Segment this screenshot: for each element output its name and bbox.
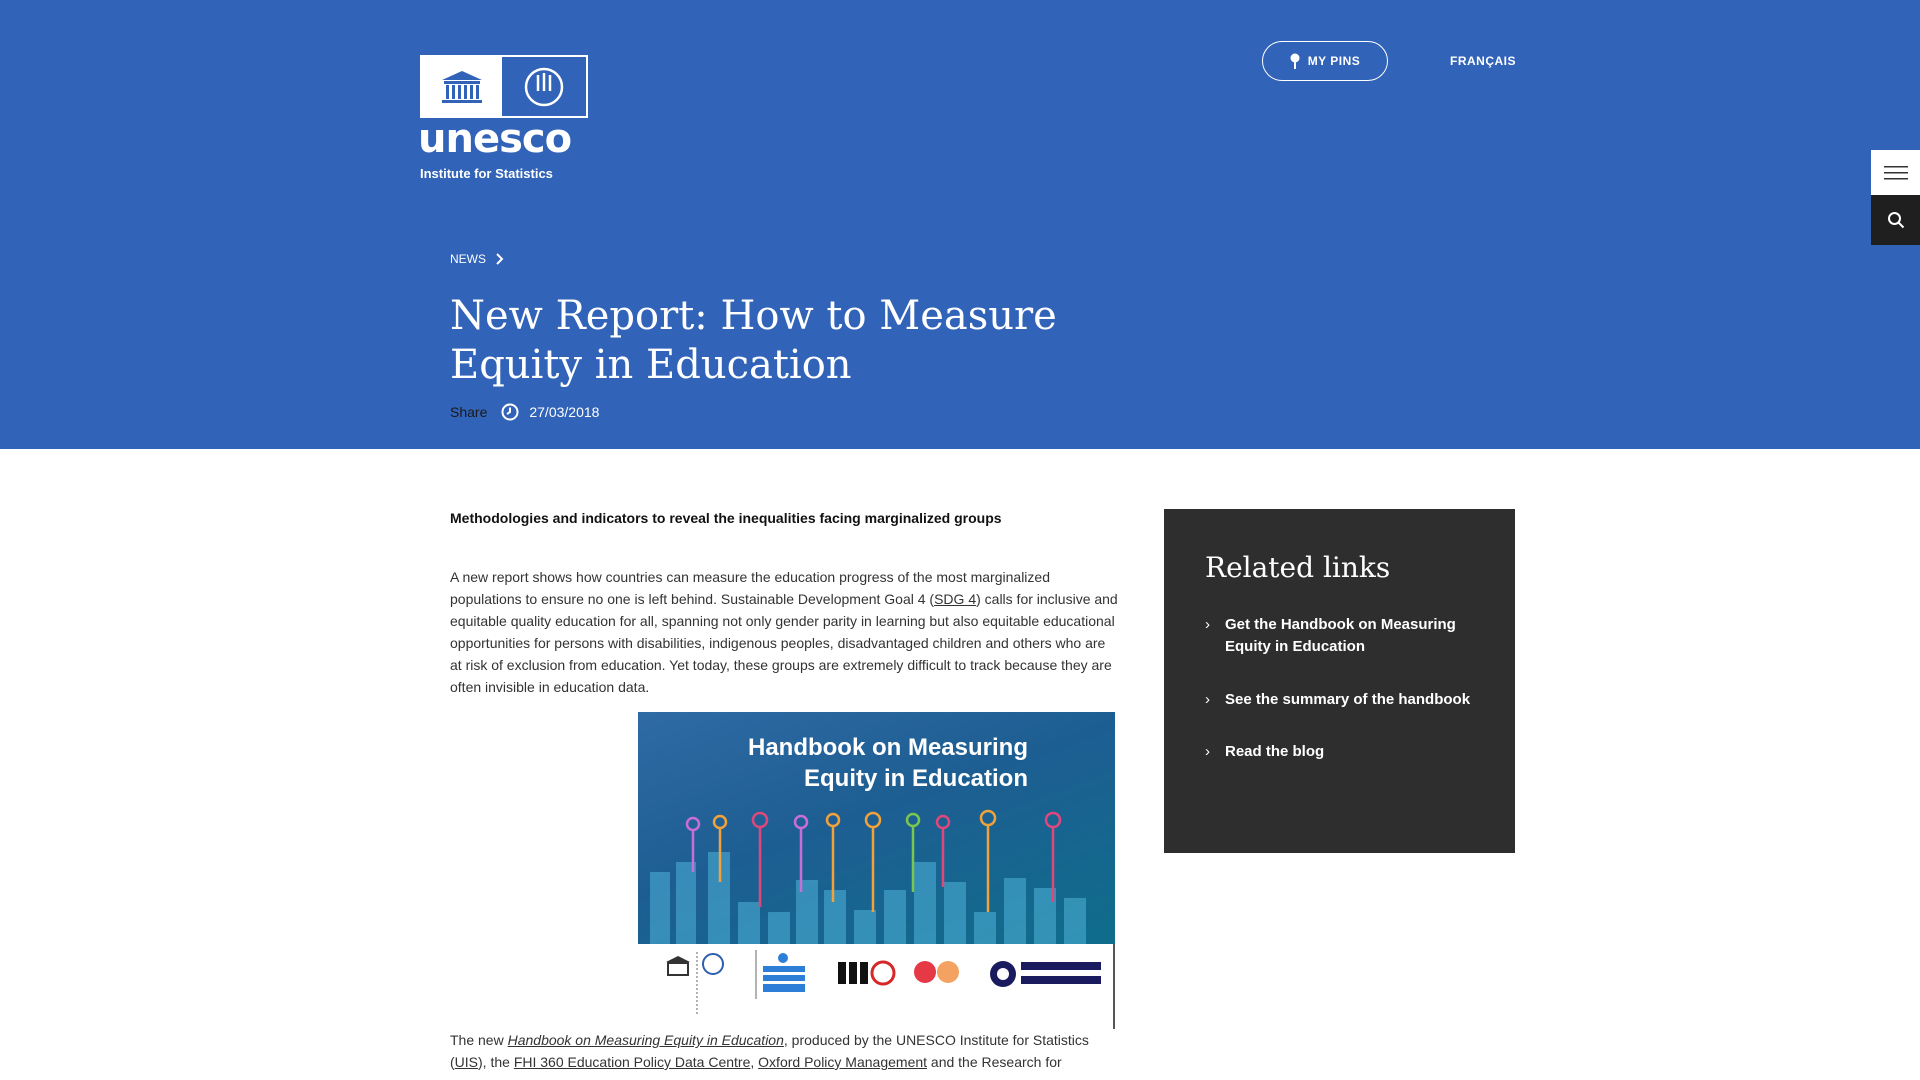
menu-button[interactable]: [1871, 150, 1920, 195]
my-pins-label: MY PINS: [1307, 54, 1361, 68]
search-icon: [1887, 212, 1904, 229]
pin-icon: [1290, 53, 1300, 69]
related-link-label: Read the blog: [1225, 743, 1325, 760]
date-text: 27/03/2018: [529, 404, 600, 420]
partner-logos: [638, 944, 1115, 1029]
share-button[interactable]: Share: [450, 404, 487, 420]
para-text: The new: [450, 1032, 508, 1048]
language-switch-link[interactable]: FRANÇAIS: [1450, 54, 1516, 68]
clock-icon: [501, 403, 519, 421]
cover-illustration: [650, 809, 1086, 944]
page-title: New Report: How to Measure Equity in Edu…: [450, 293, 1057, 388]
logo-wordmark: unesco: [418, 116, 572, 162]
partner-logos-strip: [666, 950, 1101, 1014]
unesco-uis-logo[interactable]: unesco Institute for Statistics: [418, 55, 592, 181]
para-text: ), the: [478, 1054, 514, 1070]
search-button[interactable]: [1871, 195, 1920, 245]
fhi360-logo: [838, 960, 896, 986]
chevron-right-icon: ›: [1205, 616, 1210, 633]
handbook-link[interactable]: Handbook on Measuring Equity in Educatio…: [508, 1032, 784, 1048]
my-pins-button[interactable]: MY PINS: [1262, 41, 1388, 81]
related-link-label: See the summary of the handbook: [1225, 691, 1471, 708]
para-text: and the Research for: [927, 1054, 1062, 1070]
article-lead: Methodologies and indicators to reveal t…: [450, 510, 1002, 526]
opm-link[interactable]: Oxford Policy Management: [758, 1054, 927, 1070]
logo-subtitle: Institute for Statistics: [420, 166, 553, 181]
article-paragraph-2: The new Handbook on Measuring Equity in …: [450, 1029, 1118, 1073]
cover-art: Handbook on Measuring Equity in Educatio…: [638, 712, 1115, 944]
sdg-logo: [755, 950, 805, 999]
article-meta: Share 27/03/2018: [450, 403, 599, 421]
chevron-right-icon: ›: [1205, 691, 1210, 708]
breadcrumb[interactable]: NEWS: [450, 252, 504, 266]
article-paragraph: A new report shows how countries can mea…: [450, 566, 1118, 698]
handbook-cover-image: Handbook on Measuring Equity in Educatio…: [638, 712, 1115, 1029]
para-text: ,: [750, 1054, 759, 1070]
menu-icon: [1883, 165, 1908, 179]
chevron-right-icon: ›: [1205, 743, 1210, 760]
chevron-right-icon: [496, 253, 504, 265]
unesco-small-logo: [666, 952, 724, 1014]
uis-circle-icon: [524, 67, 564, 107]
related-link-summary[interactable]: › See the summary of the handbook: [1205, 689, 1505, 711]
logo-emblem: [420, 55, 588, 118]
breadcrumb-news[interactable]: NEWS: [450, 252, 486, 266]
publish-date: 27/03/2018: [501, 403, 599, 421]
related-links-title: Related links: [1205, 551, 1391, 584]
uis-link[interactable]: UIS: [455, 1054, 478, 1070]
hero-banner: unesco Institute for Statistics MY PINS …: [0, 0, 1920, 449]
opm-logo: [990, 961, 1101, 987]
real-logo: [914, 961, 959, 983]
temple-icon: [442, 71, 482, 103]
fhi360-link[interactable]: FHI 360 Education Policy Data Centre: [514, 1054, 751, 1070]
related-links-panel: Related links › Get the Handbook on Meas…: [1164, 509, 1515, 853]
related-link-label: Get the Handbook on Measuring Equity in …: [1225, 616, 1456, 655]
sdg4-link[interactable]: SDG 4: [934, 591, 976, 607]
related-link-handbook[interactable]: › Get the Handbook on Measuring Equity i…: [1205, 614, 1505, 658]
related-link-blog[interactable]: › Read the blog: [1205, 741, 1505, 763]
